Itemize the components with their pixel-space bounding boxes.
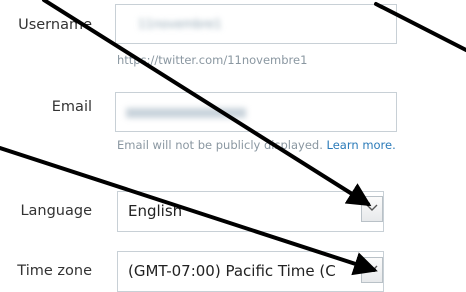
email-value-redacted [126, 108, 246, 118]
username-field[interactable]: 11novembre1 [115, 4, 397, 44]
timezone-select[interactable]: (GMT-07:00) Pacific Time (C [117, 251, 384, 292]
profile-url[interactable]: https://twitter.com/11novembre1 [117, 53, 307, 67]
chevron-down-icon [366, 265, 378, 272]
timezone-label: Time zone [17, 263, 92, 279]
language-select[interactable]: English [117, 191, 384, 232]
email-field[interactable] [115, 92, 397, 132]
email-hint: Email will not be publicly displayed. Le… [117, 138, 396, 152]
language-selected: English [128, 202, 183, 220]
chevron-down-icon [366, 204, 378, 211]
email-label: Email [51, 99, 92, 115]
language-label: Language [20, 203, 92, 219]
username-value: 11novembre1 [138, 17, 222, 31]
username-label: Username [18, 17, 92, 33]
language-dropdown-button[interactable] [361, 196, 383, 222]
timezone-dropdown-button[interactable] [361, 257, 383, 283]
email-hint-text: Email will not be publicly displayed. [117, 138, 323, 152]
learn-more-link[interactable]: Learn more. [327, 138, 396, 152]
timezone-selected: (GMT-07:00) Pacific Time (C [128, 262, 336, 280]
